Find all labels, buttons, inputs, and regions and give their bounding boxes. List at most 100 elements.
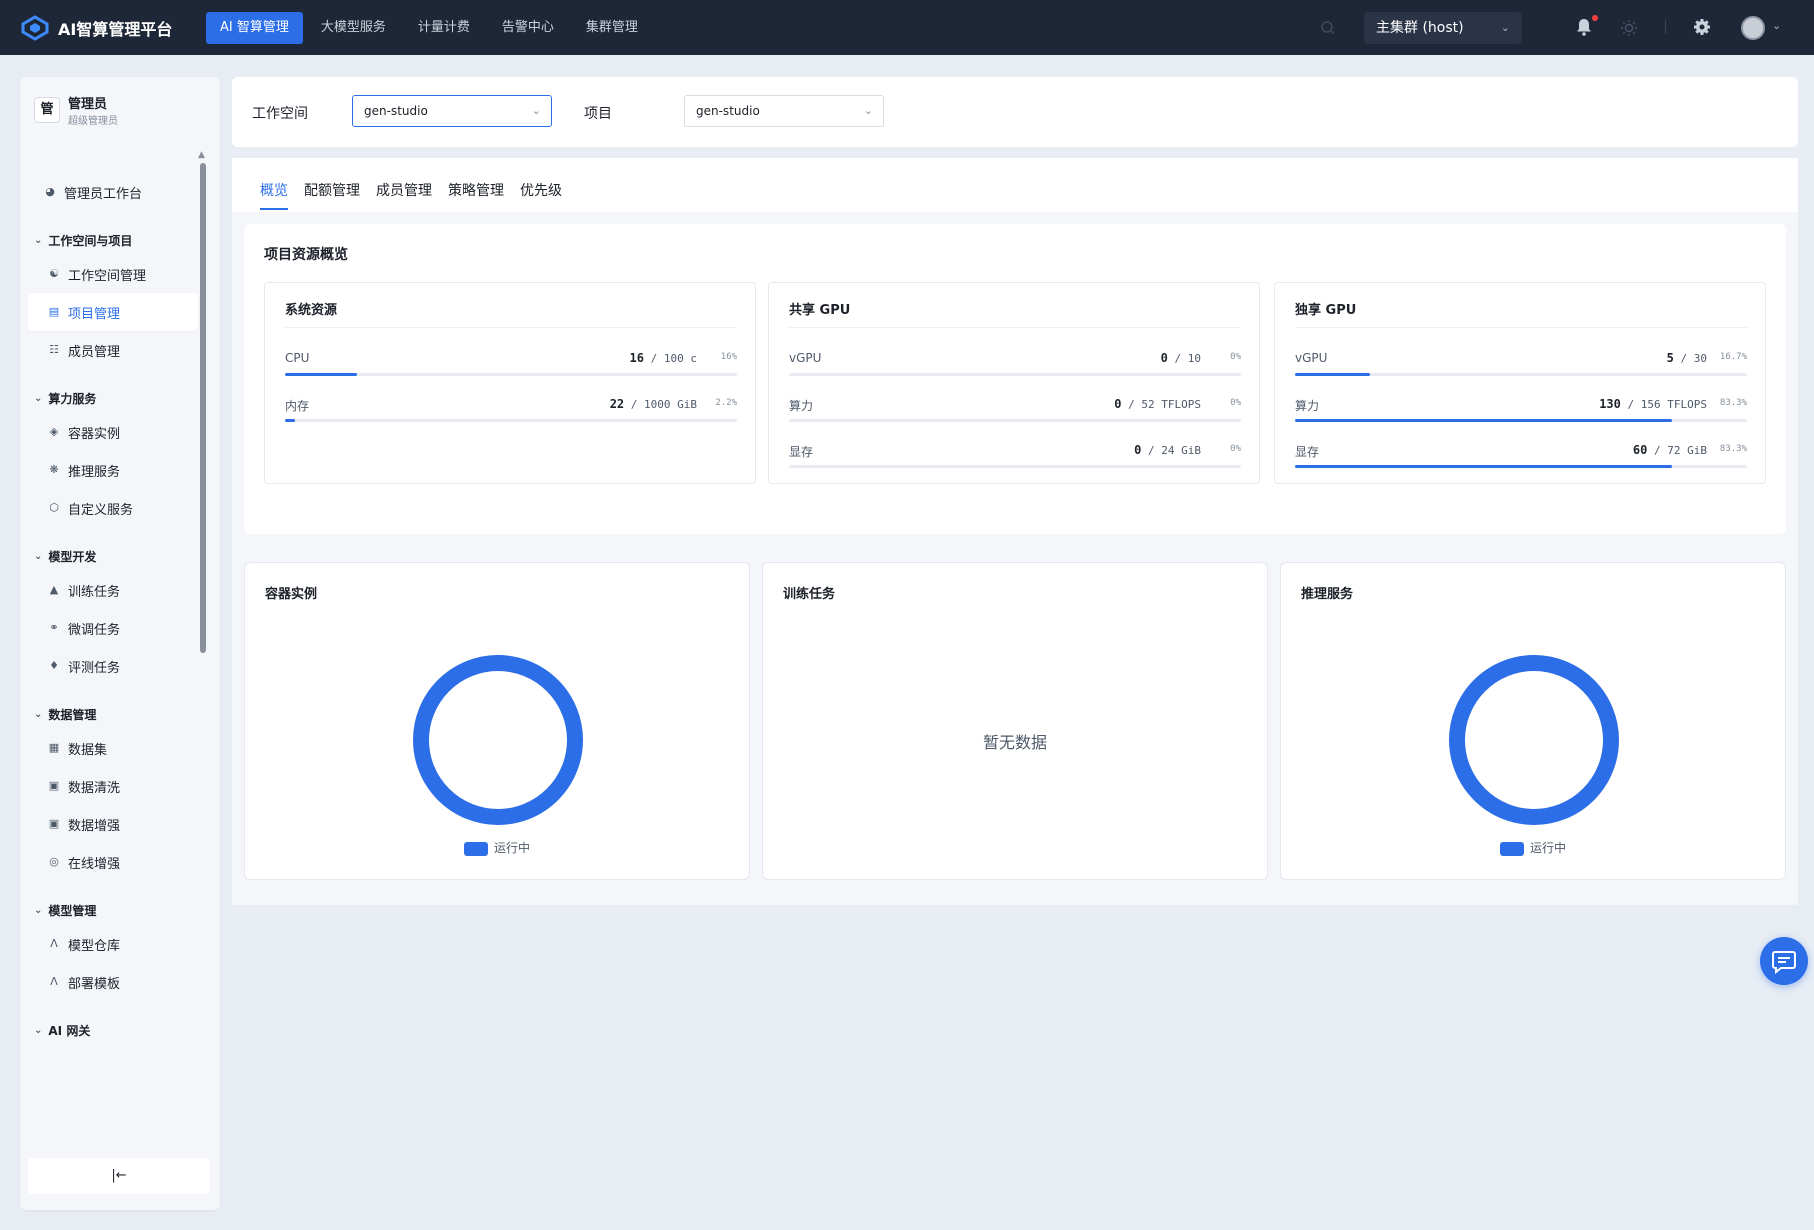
sidebar-scrollbar[interactable] (200, 163, 206, 653)
sidebar-item-inference-service[interactable]: ❋ 推理服务 (28, 451, 198, 489)
stat-card-training: 训练任务 暂无数据 (762, 562, 1268, 880)
user-avatar-icon[interactable] (1741, 16, 1765, 40)
resource-used: 16 (629, 351, 644, 365)
sidebar-menu: ◕ 管理员工作台 ⌄ 工作空间与项目 ☯ 工作空间管理 ▤ 项目管理 ☷ 成员管… (28, 157, 198, 1045)
resource-card-system: 系统资源 CPU 16 / 100 c 16% 内存 22 / 1000 GiB… (264, 282, 756, 484)
sidebar-item-eval-task[interactable]: ♦ 评测任务 (28, 647, 198, 685)
sidebar-item-label: 管理员工作台 (64, 186, 143, 202)
tab-policy[interactable]: 策略管理 (448, 180, 504, 200)
sidebar-group-data[interactable]: ⌄ 数据管理 (28, 699, 198, 729)
brand[interactable]: AI智算管理平台 (20, 14, 206, 41)
resource-percent: 16.7% (1719, 352, 1747, 362)
sidebar-group-label: 工作空间与项目 (48, 233, 133, 248)
monitor-icon: ▣ (48, 779, 60, 792)
sidebar-group-workspace[interactable]: ⌄ 工作空间与项目 (28, 225, 198, 255)
layers-icon: ♦ (49, 659, 59, 672)
progress-bar (789, 373, 1241, 376)
empty-state: 暂无数据 (982, 733, 1047, 752)
chevron-down-icon[interactable]: ⌄ (1772, 19, 1781, 32)
workspace-select-value: gen-studio (364, 104, 428, 118)
chevron-down-icon: ⌄ (34, 1024, 43, 1036)
chat-icon (1772, 951, 1796, 975)
sidebar-item-dataset[interactable]: ▦ 数据集 (28, 729, 198, 767)
sidebar-item-data-cleaning[interactable]: ▣ 数据清洗 (28, 767, 198, 805)
resource-card-dedicated-gpu: 独享 GPU vGPU 5 / 30 16.7% 算力 130 / 156 TF… (1274, 282, 1766, 484)
tab-priority[interactable]: 优先级 (520, 180, 562, 200)
resource-used: 5 (1666, 351, 1674, 365)
tab-overview[interactable]: 概览 (260, 180, 288, 200)
resource-card-title: 独享 GPU (1295, 303, 1357, 318)
bell-icon[interactable] (1576, 18, 1592, 36)
sun-icon[interactable] (1620, 19, 1638, 37)
chart-legend[interactable]: 运行中 (245, 839, 749, 856)
chart-legend[interactable]: 运行中 (1281, 839, 1785, 856)
resource-row: CPU 16 / 100 c 16% (285, 351, 737, 381)
nav-item-alerts[interactable]: 告警中心 (488, 12, 568, 44)
cluster-select[interactable]: 主集群 (host) ⌄ (1364, 12, 1522, 44)
gear-icon[interactable] (1693, 18, 1711, 36)
donut-chart (413, 655, 583, 825)
nav-item-ai-compute[interactable]: AI 智算管理 (206, 11, 303, 44)
sidebar-group-model-management[interactable]: ⌄ 模型管理 (28, 895, 198, 925)
chat-button[interactable] (1760, 937, 1808, 985)
nav-item-llm-service[interactable]: 大模型服务 (307, 12, 400, 44)
top-bar: AI智算管理平台 AI 智算管理 大模型服务 计量计费 告警中心 集群管理 (0, 0, 1814, 55)
resource-row: 内存 22 / 1000 GiB 2.2% (285, 397, 737, 427)
resource-value: 0 / 10 (1160, 351, 1201, 365)
progress-bar (285, 419, 737, 422)
list-icon: ▤ (48, 305, 60, 318)
stat-card-containers: 容器实例 运行中 (244, 562, 750, 880)
workspace-select[interactable]: gen-studio ⌄ (352, 95, 552, 127)
resource-value: 0 / 24 GiB (1134, 443, 1201, 457)
tab-quota[interactable]: 配额管理 (304, 180, 360, 200)
sidebar-item-finetune-task[interactable]: ⚭ 微调任务 (28, 609, 198, 647)
sidebar-item-custom-service[interactable]: ⬡ 自定义服务 (28, 489, 198, 527)
resource-value: 5 / 30 (1666, 351, 1707, 365)
legend-label: 运行中 (1529, 841, 1566, 855)
resource-label: 算力 (1295, 399, 1320, 413)
sidebar-item-data-augmentation[interactable]: ▣ 数据增强 (28, 805, 198, 843)
sidebar-group-compute[interactable]: ⌄ 算力服务 (28, 383, 198, 413)
sidebar-item-training-task[interactable]: ▲ 训练任务 (28, 571, 198, 609)
sidebar-group-model-dev[interactable]: ⌄ 模型开发 (28, 541, 198, 571)
nav-item-billing[interactable]: 计量计费 (404, 12, 484, 44)
resource-row: vGPU 5 / 30 16.7% (1295, 351, 1747, 381)
resource-card-shared-gpu: 共享 GPU vGPU 0 / 10 0% 算力 0 / 52 TFLOPS 0… (768, 282, 1260, 484)
tab-members[interactable]: 成员管理 (376, 180, 432, 200)
org-icon: ☷ (49, 343, 59, 356)
sidebar-item-deploy-template[interactable]: Λ 部署模板 (28, 963, 198, 1001)
resource-row: 算力 0 / 52 TFLOPS 0% (789, 397, 1241, 427)
scroll-up-arrow[interactable]: ▲ (198, 150, 205, 160)
sidebar-item-project-management[interactable]: ▤ 项目管理 (28, 293, 198, 331)
user-role: 超级管理员 (68, 116, 118, 127)
collapse-sidebar-button[interactable]: |← (28, 1158, 210, 1194)
logo-icon (21, 14, 49, 41)
resource-used: 22 (609, 397, 625, 411)
chevron-down-icon: ⌄ (34, 234, 43, 246)
sidebar-item-workspace-management[interactable]: ☯ 工作空间管理 (28, 255, 198, 293)
resource-percent: 0% (1230, 444, 1241, 454)
model-icon: Λ (50, 975, 58, 988)
chevron-down-icon: ⌄ (531, 104, 541, 117)
sidebar-item-model-repo[interactable]: Λ 模型仓库 (28, 925, 198, 963)
search-icon[interactable] (1320, 20, 1336, 36)
nav-item-clusters[interactable]: 集群管理 (572, 12, 652, 44)
resource-label: 显存 (789, 445, 814, 459)
project-select[interactable]: gen-studio ⌄ (684, 95, 884, 127)
resource-label: CPU (285, 351, 310, 365)
progress-fill (1295, 373, 1371, 376)
resource-used: 60 (1632, 443, 1648, 457)
legend-swatch (1499, 841, 1524, 856)
sidebar-item-label: 工作空间管理 (68, 268, 147, 284)
toolbar-divider (1665, 20, 1666, 34)
sidebar-item-label: 在线增强 (68, 856, 121, 872)
sidebar-item-online-augmentation[interactable]: ◎ 在线增强 (28, 843, 198, 881)
sidebar-item-container-instance[interactable]: ◈ 容器实例 (28, 413, 198, 451)
sidebar-item-member-management[interactable]: ☷ 成员管理 (28, 331, 198, 369)
progress-bar (1295, 465, 1747, 468)
sidebar-item-label: 数据增强 (68, 818, 121, 834)
sidebar-item-workbench[interactable]: ◕ 管理员工作台 (28, 173, 198, 211)
donut-ring (1449, 655, 1619, 825)
sidebar-group-ai-gateway[interactable]: ⌄ AI 网关 (28, 1015, 198, 1045)
resource-percent: 83.3% (1719, 398, 1747, 408)
